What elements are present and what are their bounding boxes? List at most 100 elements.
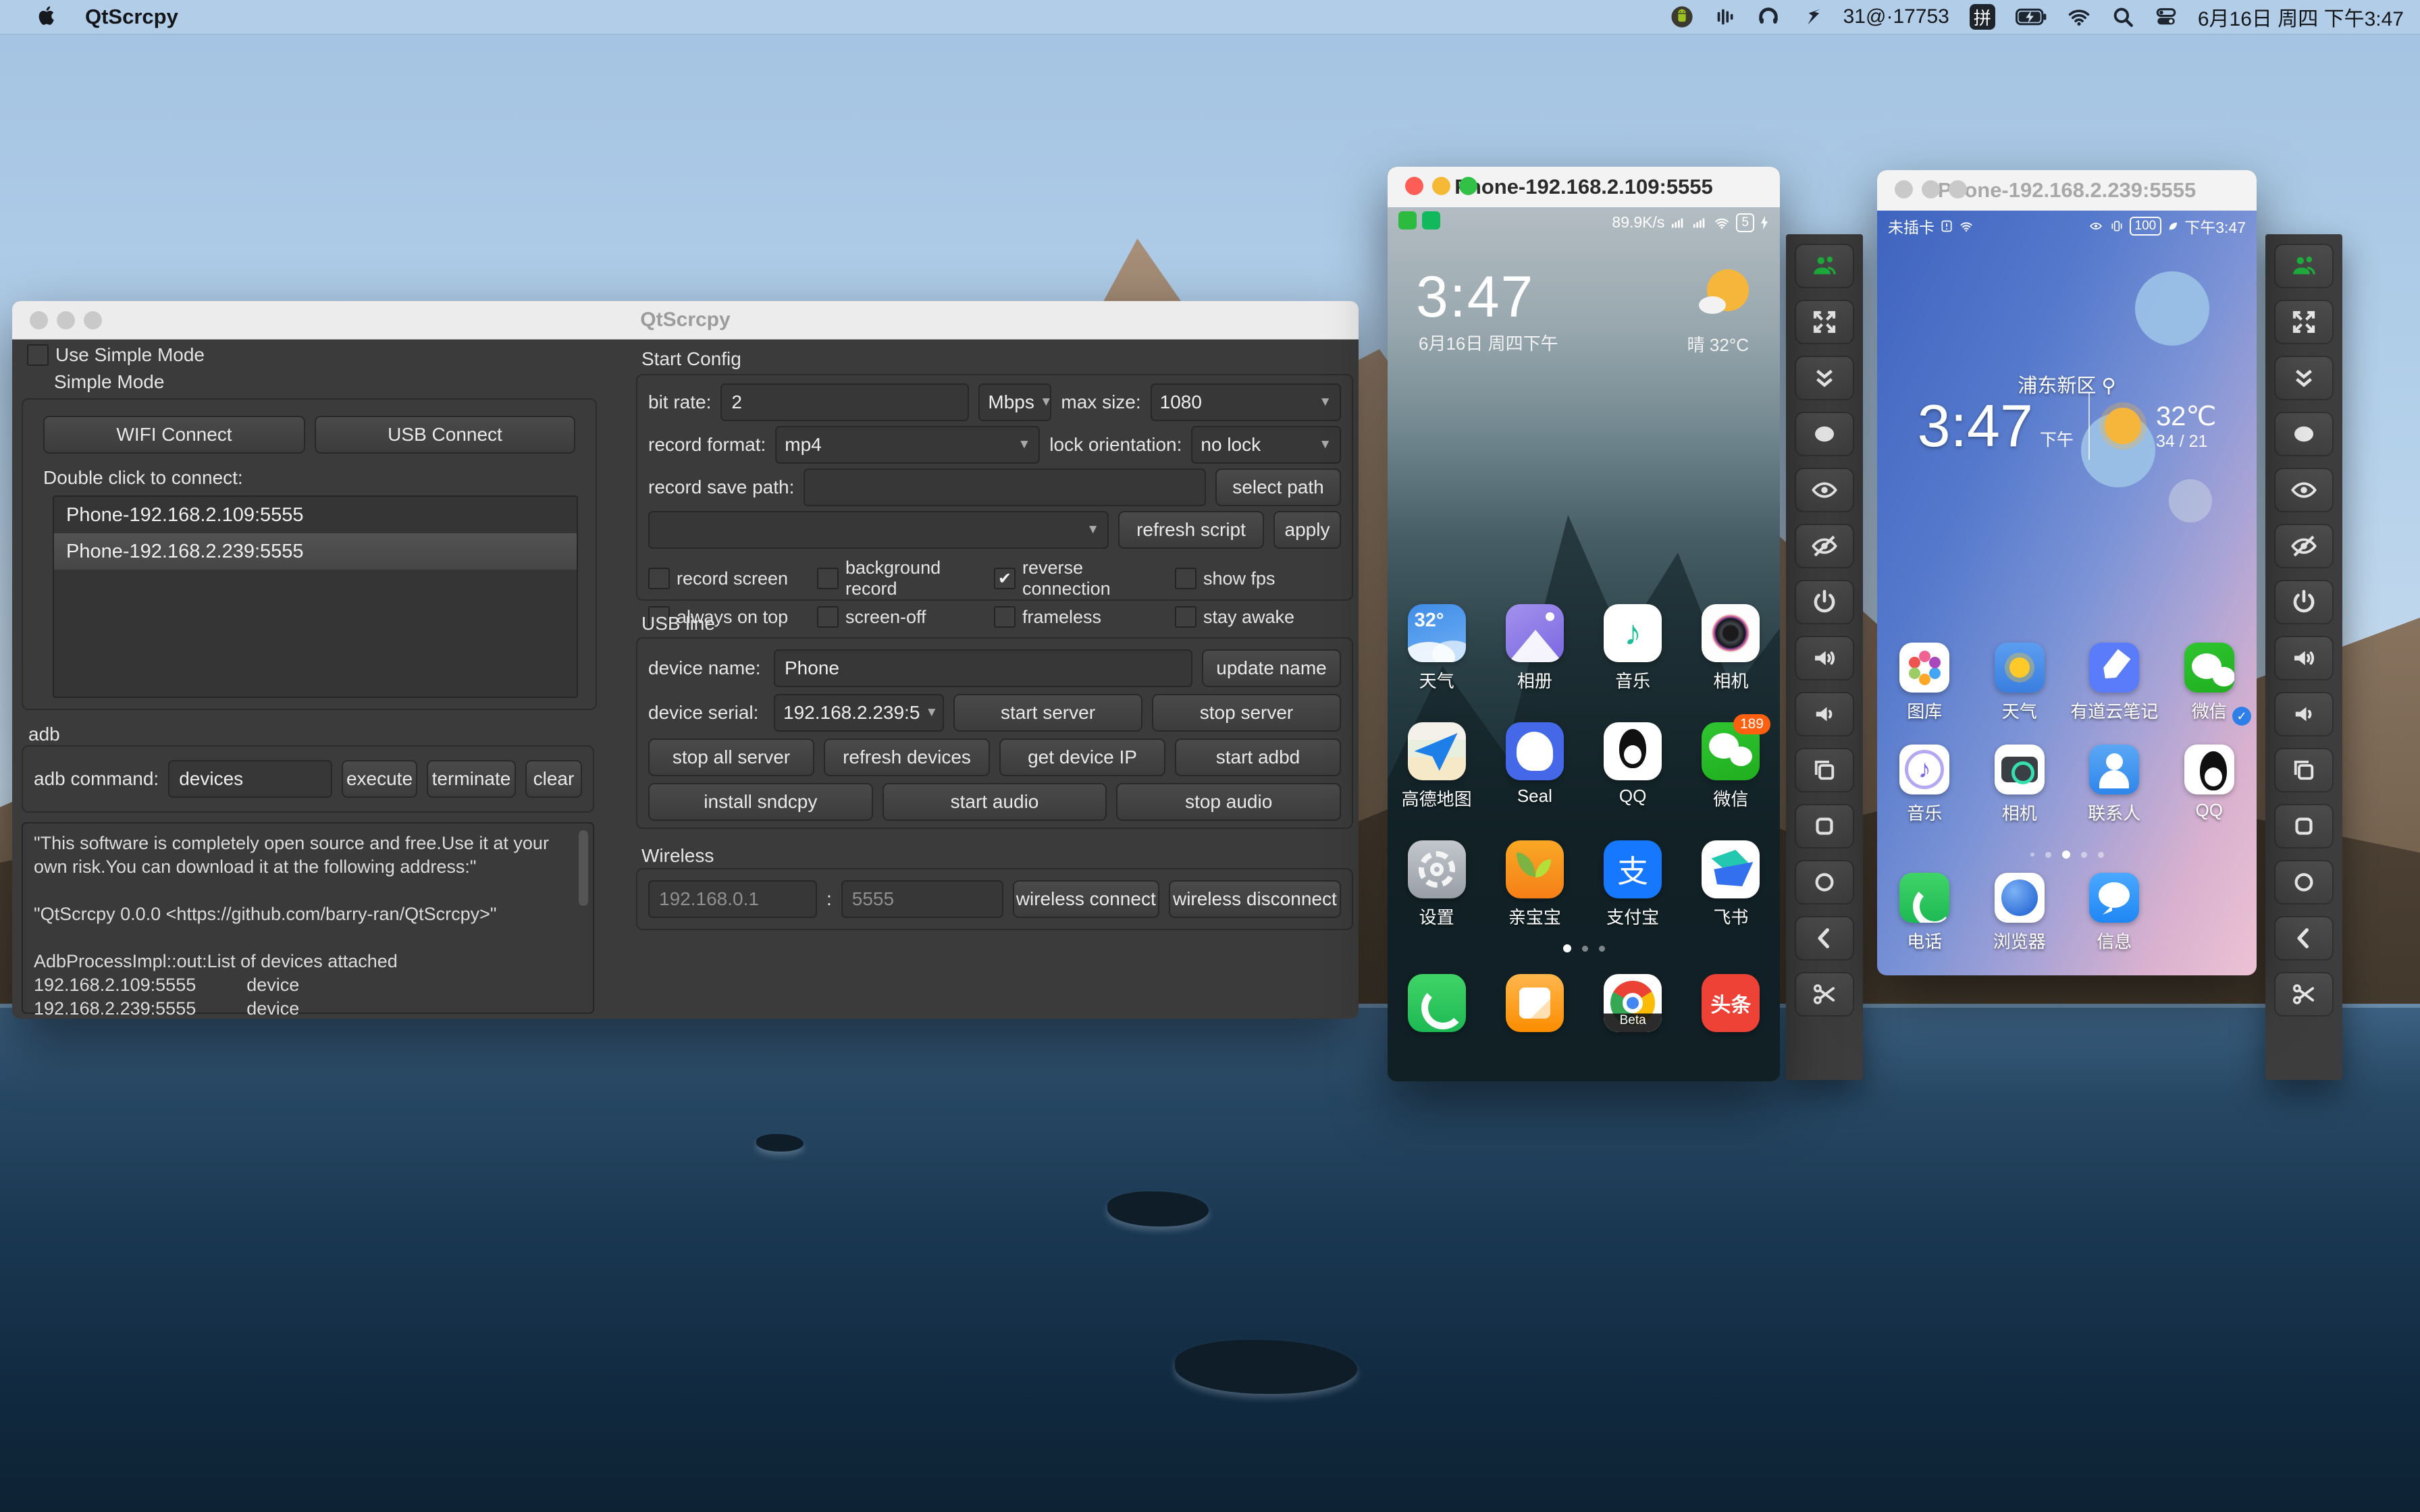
minimize-button[interactable] [1922, 180, 1940, 198]
power-icon[interactable] [2274, 580, 2334, 624]
screen-on-eye-icon[interactable] [2274, 468, 2334, 512]
app-gallery[interactable]: 图库 [1877, 643, 1972, 723]
fullscreen-icon[interactable] [1795, 300, 1854, 344]
terminate-button[interactable]: terminate [427, 760, 516, 798]
spotlight-search-icon[interactable] [2111, 5, 2134, 28]
app-switch-icon[interactable] [2274, 748, 2334, 792]
device-name-input[interactable]: Phone [774, 649, 1192, 687]
app-feishu[interactable]: 飞书 [1682, 840, 1780, 929]
app-gallery[interactable]: 相册 [1485, 604, 1583, 693]
dock-files[interactable] [1485, 974, 1583, 1032]
app-wechat[interactable]: ✓ 微信 [2162, 643, 2257, 726]
zoom-button[interactable] [84, 311, 102, 329]
collapse-panel-icon[interactable] [2274, 356, 2334, 400]
minimize-button[interactable] [1432, 177, 1450, 195]
wireless-disconnect-button[interactable]: wireless disconnect [1168, 880, 1341, 918]
bit-rate-input[interactable]: 2 [720, 383, 970, 421]
wifi-icon[interactable] [2067, 5, 2091, 28]
app-qinbaobao[interactable]: 亲宝宝 [1485, 840, 1583, 929]
bit-rate-unit-select[interactable]: Mbps ▼ [978, 383, 1053, 421]
power-icon[interactable] [1795, 580, 1854, 624]
phone2-screen[interactable]: 未插卡 100 下午3:47 浦东新区 ⚲ 3:47 下午 32℃ 34 / 2… [1877, 211, 2257, 975]
reverse-connection-checkbox[interactable]: reverse connection [994, 558, 1175, 599]
sync-check-icon[interactable] [1800, 5, 1823, 28]
record-save-path-input[interactable] [804, 468, 1206, 506]
checkbox-box[interactable] [27, 344, 49, 366]
close-button[interactable] [1405, 177, 1423, 195]
background-record-checkbox[interactable]: background record [817, 558, 994, 599]
dock-phone[interactable] [1388, 974, 1485, 1032]
home-circle-icon[interactable] [1795, 860, 1854, 905]
home-square-icon[interactable] [1795, 804, 1854, 848]
touch-dot-icon[interactable] [2274, 412, 2334, 456]
app-contacts[interactable]: 联系人 [2067, 745, 2162, 825]
window-title-bar[interactable]: QtScrcpy [12, 301, 1359, 340]
app-music[interactable]: ♪ 音乐 [1877, 745, 1972, 825]
screenshot-scissors-icon[interactable] [1795, 972, 1854, 1017]
use-simple-mode-checkbox[interactable]: Use Simple Mode [27, 344, 205, 366]
update-name-button[interactable]: update name [1202, 649, 1341, 687]
app-wechat[interactable]: 189 微信 [1682, 714, 1780, 811]
clear-button[interactable]: clear [525, 760, 582, 798]
start-adbd-button[interactable]: start adbd [1175, 738, 1341, 776]
android-status-icon[interactable] [1671, 5, 1693, 28]
input-method-icon[interactable]: 拼 [1969, 4, 1995, 30]
device-list-item-selected[interactable]: Phone-192.168.2.239:5555 [54, 533, 577, 570]
menu-bar-clock[interactable]: 6月16日 周四 下午3:47 [2198, 2, 2404, 32]
stop-audio-button[interactable]: stop audio [1116, 783, 1342, 821]
apple-menu-icon[interactable] [35, 4, 58, 30]
volume-down-icon[interactable] [1795, 692, 1854, 736]
volume-down-icon[interactable] [2274, 692, 2334, 736]
app-camera[interactable]: 相机 [1682, 604, 1780, 693]
headset-status-icon[interactable] [1757, 5, 1780, 28]
battery-icon[interactable] [2015, 5, 2047, 28]
dock-chrome[interactable]: Beta [1584, 974, 1682, 1032]
fullscreen-icon[interactable] [2274, 300, 2334, 344]
adb-log-output[interactable]: "This software is completely open source… [22, 822, 594, 1019]
start-audio-button[interactable]: start audio [882, 783, 1107, 821]
stop-server-button[interactable]: stop server [1152, 694, 1341, 732]
floating-ball[interactable] [2169, 479, 2212, 522]
home-square-icon[interactable] [2274, 804, 2334, 848]
screen-off-checkbox[interactable]: screen-off [817, 606, 994, 628]
get-device-ip-button[interactable]: get device IP [999, 738, 1165, 776]
volume-up-icon[interactable] [1795, 636, 1854, 680]
phone1-title-bar[interactable]: Phone-192.168.2.109:5555 [1388, 167, 1780, 208]
show-fps-checkbox[interactable]: show fps [1175, 558, 1341, 599]
close-button[interactable] [1895, 180, 1913, 198]
app-youdao-note[interactable]: 有道云笔记 [2067, 643, 2162, 723]
max-size-select[interactable]: 1080 ▼ [1150, 383, 1341, 421]
screenshot-scissors-icon[interactable] [2274, 972, 2334, 1017]
app-weather[interactable]: 天气 [1972, 643, 2068, 723]
zoom-button[interactable] [1459, 177, 1477, 195]
active-app-menu[interactable]: QtScrcpy [85, 5, 178, 29]
home-circle-icon[interactable] [2274, 860, 2334, 905]
app-seal[interactable]: Seal [1485, 722, 1583, 811]
touch-dot-icon[interactable] [1795, 412, 1854, 456]
dock-messages[interactable]: 信息 [2067, 873, 2162, 953]
app-qq[interactable]: QQ [2162, 745, 2257, 825]
dock-browser[interactable]: 浏览器 [1972, 873, 2068, 953]
device-serial-select[interactable]: 192.168.2.239:5 ▼ [774, 694, 944, 732]
app-switch-icon[interactable] [1795, 748, 1854, 792]
install-sndcpy-button[interactable]: install sndcpy [648, 783, 873, 821]
screen-on-eye-icon[interactable] [1795, 468, 1854, 512]
control-center-icon[interactable] [2155, 5, 2178, 28]
start-server-button[interactable]: start server [953, 694, 1142, 732]
screen-off-eye-icon[interactable] [2274, 524, 2334, 568]
volume-up-icon[interactable] [2274, 636, 2334, 680]
record-screen-checkbox[interactable]: record screen [648, 558, 817, 599]
back-icon[interactable] [1795, 916, 1854, 961]
app-settings[interactable]: 设置 [1388, 840, 1485, 929]
stop-all-server-button[interactable]: stop all server [648, 738, 814, 776]
execute-button[interactable]: execute [342, 760, 417, 798]
close-button[interactable] [30, 311, 48, 329]
usb-connect-button[interactable]: USB Connect [315, 416, 575, 454]
app-qq[interactable]: QQ [1584, 722, 1682, 811]
stay-awake-checkbox[interactable]: stay awake [1175, 606, 1341, 628]
phone2-title-bar[interactable]: Phone-192.168.2.239:5555 [1877, 170, 2257, 211]
app-amap[interactable]: 高德地图 [1388, 722, 1485, 811]
refresh-devices-button[interactable]: refresh devices [824, 738, 990, 776]
group-control-icon[interactable] [1795, 244, 1854, 288]
record-format-select[interactable]: mp4 ▼ [775, 426, 1041, 464]
